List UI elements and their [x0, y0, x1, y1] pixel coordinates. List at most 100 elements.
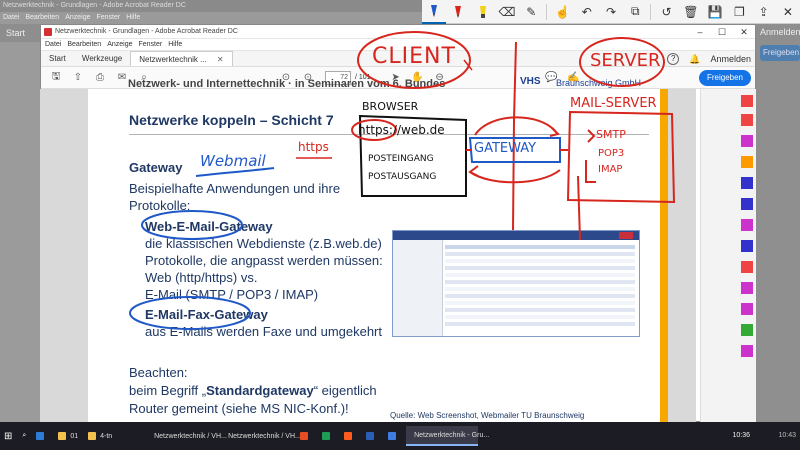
pencil-icon[interactable]	[446, 0, 470, 24]
webmail-row	[445, 308, 635, 312]
history-icon[interactable]: ↺	[654, 0, 678, 24]
ballpoint-pen-icon[interactable]	[422, 0, 447, 24]
taskbar-clock[interactable]: 10:36	[732, 422, 750, 450]
menu-bearbeiten[interactable]: Bearbeiten	[67, 41, 101, 48]
send-sign-icon[interactable]	[741, 303, 753, 315]
taskbar-chrome-1[interactable]: Netzwerktechnik / VH...	[146, 426, 227, 446]
edge-icon	[36, 432, 45, 440]
taskbar-app-2[interactable]	[318, 426, 338, 446]
bg-menu-bearbeiten: Bearbeiten	[25, 14, 60, 21]
note-pre: beim Begriff „	[129, 383, 207, 398]
page-accent-band	[660, 89, 668, 422]
print-icon[interactable]: ⎙	[91, 72, 109, 83]
taskbar-acrobat[interactable]: Netzwerktechnik - Gru...	[406, 426, 489, 446]
tab-document[interactable]: Netzwerktechnik ... ✕	[130, 51, 233, 66]
bg-menu-fenster: Fenster	[96, 14, 121, 21]
certificate-icon[interactable]	[741, 324, 753, 336]
taskbar-app-3[interactable]	[340, 426, 360, 446]
pen-icon[interactable]: ✎	[519, 0, 543, 24]
intro-line-2: Protokolle:	[129, 198, 191, 213]
webmail-row	[445, 245, 635, 249]
webmail-row	[445, 266, 635, 270]
note-post: “ eigentlich	[313, 383, 377, 398]
eraser-icon[interactable]: ⌫	[495, 0, 519, 24]
start-button[interactable]: ⊞	[0, 426, 16, 446]
taskbar-label: Netzwerktechnik / VH...	[228, 432, 301, 440]
edit-pdf-icon[interactable]	[741, 135, 753, 147]
tools-more-icon[interactable]	[741, 345, 753, 357]
webmail-row	[445, 315, 635, 319]
intro-line-1: Beispielhafte Anwendungen und ihre	[129, 181, 341, 196]
undo-icon[interactable]: ↶	[575, 0, 599, 24]
save-icon[interactable]: 💾	[703, 0, 727, 24]
handwriting-pop3: POP3	[598, 148, 625, 159]
menu-hilfe[interactable]: Hilfe	[168, 41, 182, 48]
webmail-row	[445, 273, 635, 277]
handwriting-posteingang: POSTEINGANG	[368, 154, 434, 164]
bell-icon[interactable]: 🔔	[689, 54, 700, 65]
redact-icon[interactable]	[741, 219, 753, 231]
vhs-logo-subtitle: Braunschweig GmbH	[556, 78, 642, 88]
item1-line-4: E-Mail (SMTP / POP3 / IMAP)	[145, 287, 319, 302]
bg-menu-datei: Datei	[3, 14, 20, 21]
handwriting-gateway: GATEWAY	[474, 141, 537, 156]
tab-close-icon[interactable]: ✕	[217, 55, 224, 64]
taskbar-chrome-2[interactable]: Netzwerktechnik / VH...	[220, 426, 301, 446]
close-icon[interactable]: ✕	[776, 0, 800, 24]
window-titlebar: Netzwerktechnik - Grundlagen - Adobe Acr…	[41, 25, 755, 39]
anmelden-link[interactable]: Anmelden	[710, 54, 751, 64]
comment-tool-icon[interactable]	[741, 156, 753, 168]
handwriting-smtp: SMTP	[596, 128, 626, 141]
tab-start[interactable]: Start	[41, 51, 74, 66]
taskbar-label: Netzwerktechnik - Gru...	[414, 431, 490, 439]
background-left-panel	[0, 42, 40, 432]
toolbar-divider	[650, 3, 652, 20]
word-icon	[366, 432, 375, 440]
fill-sign-icon[interactable]	[741, 282, 753, 294]
menu-datei[interactable]: Datei	[45, 41, 61, 48]
taskbar-folder-01[interactable]: 01	[54, 426, 82, 446]
tab-document-label: Netzwerktechnik ...	[139, 55, 207, 64]
highlighter-icon[interactable]	[471, 0, 495, 24]
taskbar-app-1[interactable]	[296, 426, 316, 446]
trash-icon[interactable]: 🗑	[679, 0, 703, 24]
compress-icon[interactable]	[741, 261, 753, 273]
taskbar-app-5[interactable]	[384, 426, 404, 446]
share-button[interactable]: Freigeben	[698, 70, 751, 86]
webmail-row	[445, 287, 635, 291]
upload-icon[interactable]: ⇧	[69, 72, 87, 83]
save-doc-icon[interactable]: 🖫	[47, 69, 65, 86]
webmail-row	[445, 301, 635, 305]
taskbar-search-icon[interactable]: ⌕	[18, 426, 30, 446]
help-icon[interactable]: ?	[667, 53, 680, 65]
item2-title: E-Mail-Fax-Gateway	[145, 307, 268, 322]
redo-icon[interactable]: ↷	[599, 0, 623, 24]
note-line-2: Router gemeint (siehe MS NIC-Konf.)!	[129, 401, 349, 416]
menu-anzeige[interactable]: Anzeige	[107, 41, 132, 48]
close-window-icon[interactable]: ✕	[733, 25, 755, 39]
image-caption: Quelle: Web Screenshot, Webmailer TU Bra…	[390, 411, 585, 420]
share-icon[interactable]: ⇪	[752, 0, 776, 24]
maximize-icon[interactable]: ☐	[711, 25, 733, 39]
toolbar-divider	[546, 3, 548, 20]
minimize-icon[interactable]: –	[689, 25, 711, 39]
organize-icon[interactable]	[741, 198, 753, 210]
copy-icon[interactable]: ❐	[727, 0, 751, 24]
export-pdf-icon[interactable]	[741, 95, 753, 107]
background-right-panel	[756, 42, 800, 432]
create-pdf-icon[interactable]	[741, 114, 753, 126]
tab-werkzeuge[interactable]: Werkzeuge	[74, 51, 130, 66]
menu-fenster[interactable]: Fenster	[139, 41, 163, 48]
protect-icon[interactable]	[741, 240, 753, 252]
combine-icon[interactable]	[741, 177, 753, 189]
webmail-row	[445, 252, 635, 256]
taskbar-folder-4tn[interactable]: 4-tn	[84, 426, 144, 446]
handwriting-postausgang: POSTAUSGANG	[368, 172, 437, 182]
touch-write-icon[interactable]: ☝	[550, 0, 574, 24]
taskbar-app-4[interactable]	[362, 426, 382, 446]
crop-icon[interactable]: ⧉	[623, 0, 647, 24]
pdf-icon	[44, 28, 52, 36]
handwriting-imap: IMAP	[598, 164, 623, 175]
gateway-heading: Gateway	[129, 160, 183, 175]
taskbar-edge[interactable]	[32, 426, 52, 446]
